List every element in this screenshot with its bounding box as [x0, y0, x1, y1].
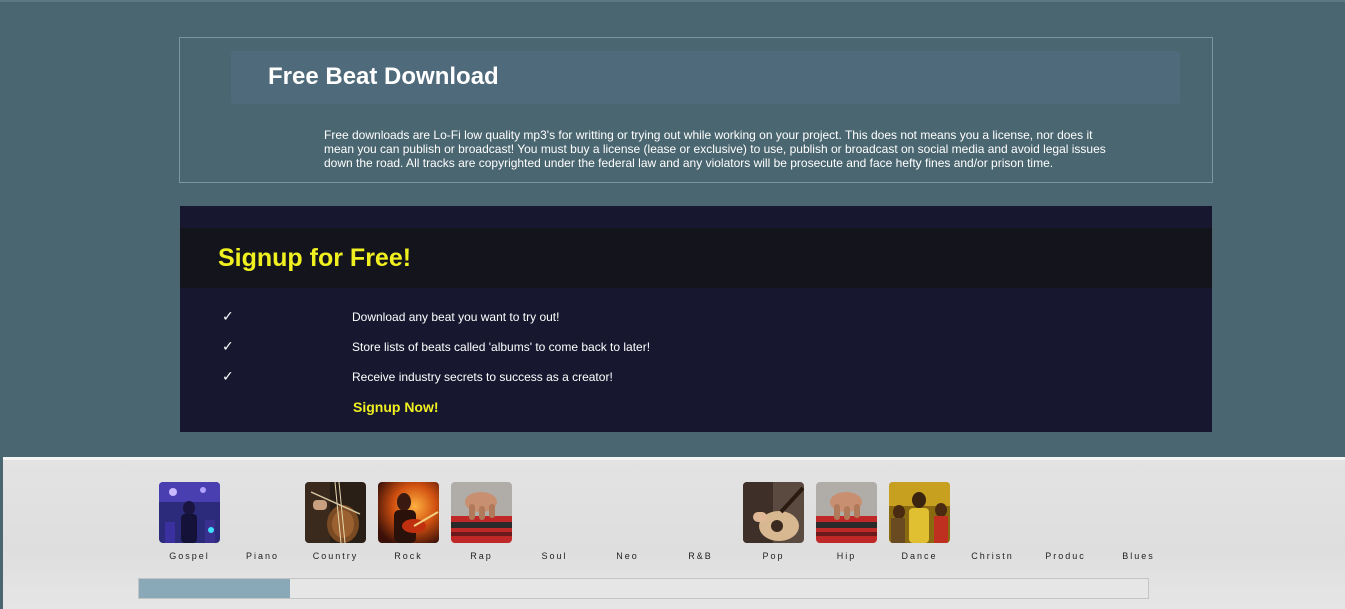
genre-hip[interactable]: Hip [810, 482, 883, 567]
cello-icon [305, 482, 366, 543]
gospel-stage-icon [159, 482, 220, 543]
genre-label: Gospel [169, 551, 210, 561]
signup-title: Signup for Free! [218, 244, 412, 272]
genre-rock[interactable]: Rock [372, 482, 445, 567]
beat-pad-icon [816, 482, 877, 543]
genre-blues[interactable]: Blues [1102, 482, 1175, 567]
free-download-header: Free Beat Download [231, 51, 1180, 104]
genre-label: Produc [1045, 551, 1086, 561]
signup-now-link[interactable]: Signup Now! [353, 399, 439, 415]
genre-dance[interactable]: Dance [883, 482, 956, 567]
dance-crowd-icon [889, 482, 950, 543]
genre-label: Neo [616, 551, 639, 561]
benefit-text: Receive industry secrets to success as a… [352, 370, 613, 384]
genre-country[interactable]: Country [299, 482, 372, 567]
genre-label: Soul [541, 551, 568, 561]
genre-gospel[interactable]: Gospel [153, 482, 226, 567]
free-download-panel: Free Beat Download Free downloads are Lo… [179, 37, 1213, 183]
acoustic-guitar-icon [743, 482, 804, 543]
genre-label: Rock [394, 551, 423, 561]
genre-label: Hip [836, 551, 857, 561]
benefit-item: ✓ Store lists of beats called 'albums' t… [180, 337, 1212, 357]
signup-header: Signup for Free! [180, 228, 1212, 288]
beat-pad-icon [451, 482, 512, 543]
benefit-text: Store lists of beats called 'albums' to … [352, 340, 651, 354]
genre-label: Rap [470, 551, 493, 561]
genre-producer[interactable]: Produc [1029, 482, 1102, 567]
genre-label: Piano [245, 551, 280, 561]
checkmark-icon: ✓ [222, 309, 234, 325]
genre-rap[interactable]: Rap [445, 482, 518, 567]
benefit-text: Download any beat you want to try out! [352, 310, 560, 324]
genre-label: Blues [1122, 551, 1155, 561]
top-divider [0, 0, 1345, 2]
genre-label: Country [312, 551, 359, 561]
signup-panel: Signup for Free! ✓ Download any beat you… [180, 206, 1212, 432]
genre-label: R&B [688, 551, 713, 561]
genre-scrollbar-thumb[interactable] [139, 579, 290, 598]
checkmark-icon: ✓ [222, 369, 234, 385]
free-download-notice: Free downloads are Lo-Fi low quality mp3… [324, 128, 1106, 170]
genre-strip: Gospel Piano Country Rock Rap Soul Neo R… [3, 457, 1345, 609]
benefit-item: ✓ Receive industry secrets to success as… [180, 367, 1212, 387]
guitarist-icon [378, 482, 439, 543]
genre-christian[interactable]: Christn [956, 482, 1029, 567]
genre-label: Christn [971, 551, 1014, 561]
checkmark-icon: ✓ [222, 339, 234, 355]
free-download-title: Free Beat Download [268, 63, 499, 90]
genre-pop[interactable]: Pop [737, 482, 810, 567]
genre-label: Dance [901, 551, 938, 561]
genre-rnb[interactable]: R&B [664, 482, 737, 567]
genre-scrollbar[interactable] [138, 578, 1149, 599]
genre-label: Pop [762, 551, 785, 561]
genre-soul[interactable]: Soul [518, 482, 591, 567]
genre-piano[interactable]: Piano [226, 482, 299, 567]
benefit-item: ✓ Download any beat you want to try out! [180, 307, 1212, 327]
genre-neo[interactable]: Neo [591, 482, 664, 567]
